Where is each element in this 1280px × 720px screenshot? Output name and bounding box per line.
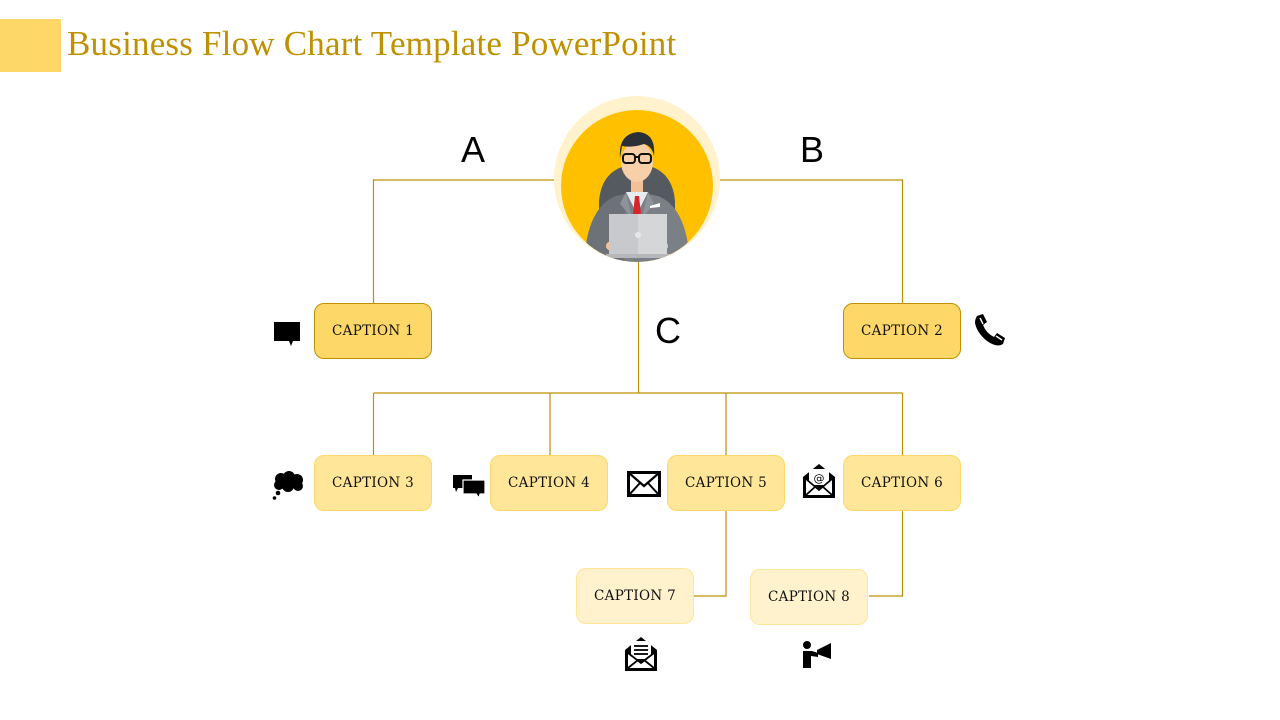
branch-label-b: B (800, 129, 825, 170)
caption-2-box[interactable]: CAPTION 2 (843, 303, 961, 359)
caption-6-box[interactable]: CAPTION 6 (843, 455, 961, 511)
open-letter-icon (625, 637, 657, 671)
phone-icon (975, 314, 1005, 346)
caption-7-box[interactable]: CAPTION 7 (576, 568, 694, 624)
connector-8 (869, 511, 904, 597)
businessman-with-laptop-icon (554, 96, 720, 262)
connector-7 (694, 511, 727, 597)
email-at-icon: @ (803, 464, 835, 498)
caption-8-box[interactable]: CAPTION 8 (750, 569, 868, 625)
megaphone-person-icon (803, 641, 831, 668)
caption-1-box[interactable]: CAPTION 1 (314, 303, 432, 359)
chat-bubbles-icon (453, 475, 486, 498)
thought-cloud-icon (272, 471, 303, 500)
caption-3-box[interactable]: CAPTION 3 (314, 455, 432, 511)
branch-label-a: A (461, 129, 486, 170)
svg-text:@: @ (814, 472, 825, 485)
envelope-icon (627, 471, 661, 497)
connector-b (720, 179, 904, 304)
branch-label-c: C (655, 310, 681, 351)
connector-a (372, 179, 555, 304)
caption-4-box[interactable]: CAPTION 4 (490, 455, 608, 511)
caption-5-box[interactable]: CAPTION 5 (667, 455, 785, 511)
speech-bubble-icon (274, 322, 300, 346)
